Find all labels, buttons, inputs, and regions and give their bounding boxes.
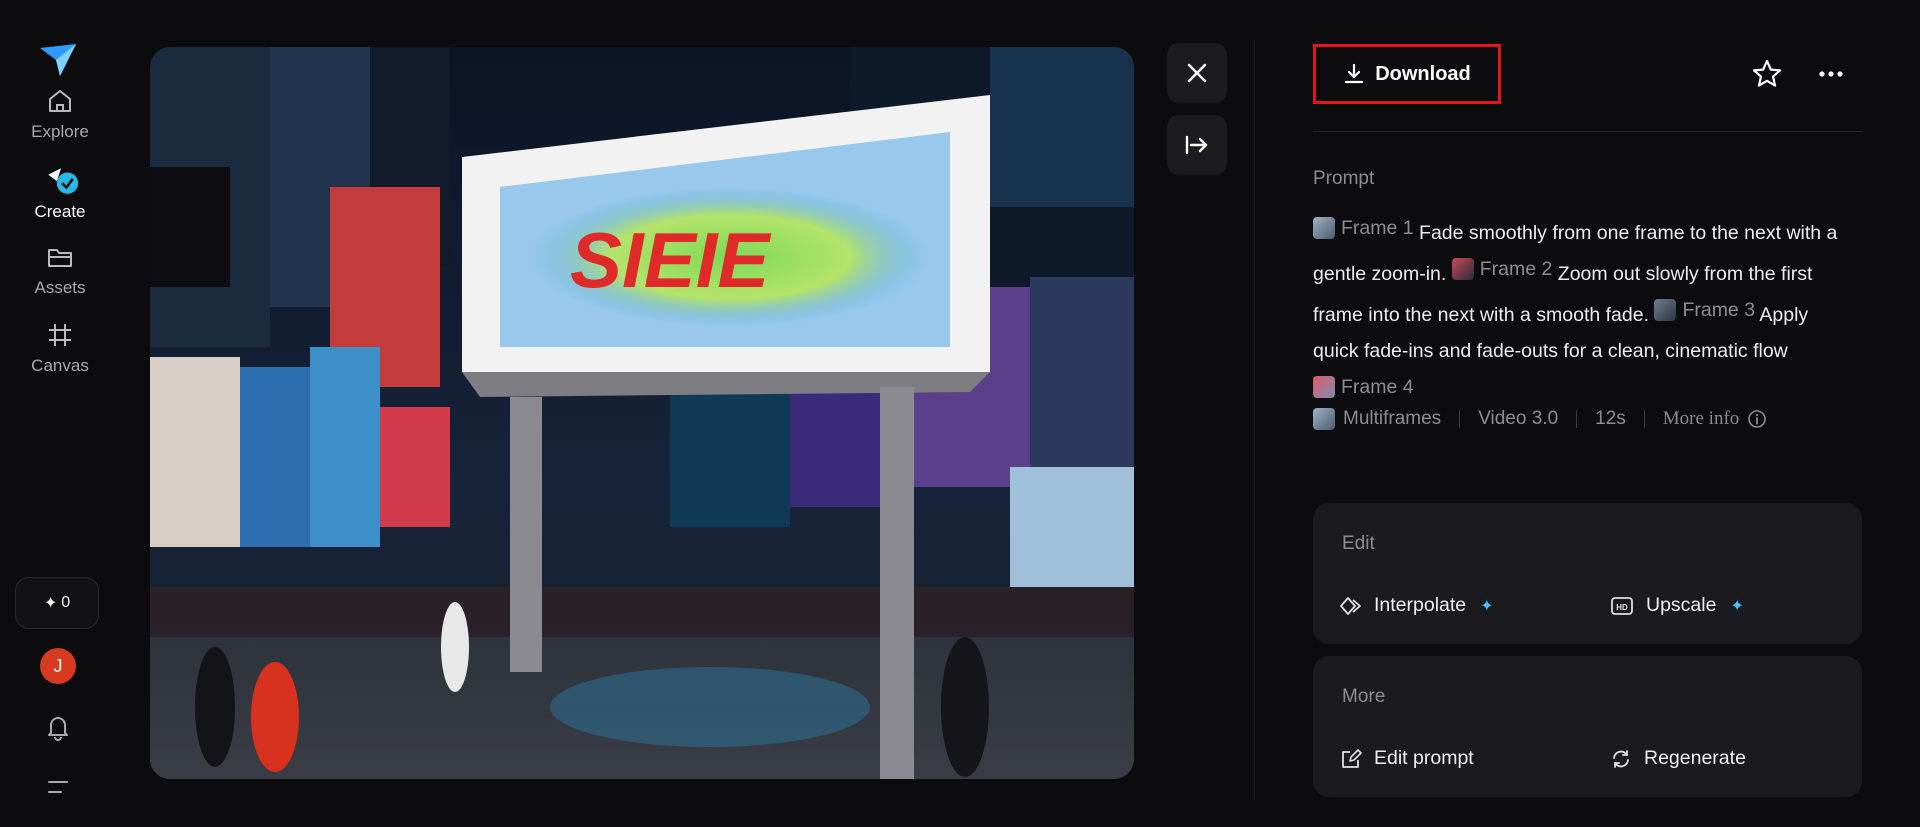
edit-icon <box>1342 748 1362 768</box>
svg-text:HD: HD <box>1616 603 1628 612</box>
sidebar-item-assets[interactable]: Assets <box>0 242 120 298</box>
sidebar-item-label: Canvas <box>31 356 89 375</box>
generation-meta: Multiframes Video 3.0 12s More info <box>1313 404 1767 434</box>
frame-thumbnail <box>1654 299 1677 321</box>
regenerate-button[interactable]: Regenerate <box>1610 747 1746 770</box>
edit-prompt-button[interactable]: Edit prompt <box>1340 747 1474 770</box>
generated-video-preview[interactable]: SIEIE <box>150 47 1134 779</box>
more-info-link[interactable]: More info <box>1663 408 1768 430</box>
frame-thumbnail <box>1451 258 1474 280</box>
video-frame-image: SIEIE <box>150 47 1134 779</box>
sparkle-icon: ✦ <box>1730 597 1744 615</box>
frame-reference-3[interactable]: Frame 3 <box>1654 292 1755 328</box>
sidebar-item-canvas[interactable]: Canvas <box>0 320 120 376</box>
interpolate-button[interactable]: Interpolate ✦ <box>1340 594 1494 617</box>
frame-reference-2[interactable]: Frame 2 <box>1451 251 1552 287</box>
download-button[interactable]: Download <box>1313 44 1501 104</box>
edit-heading: Edit <box>1342 533 1375 554</box>
sidebar-item-label: Explore <box>31 122 89 141</box>
sidebar: Explore Create Assets Canvas ✦ 0 J <box>0 0 120 827</box>
folder-icon <box>48 249 72 267</box>
sparkle-icon: ✦ <box>1480 597 1494 615</box>
frame-icon <box>49 324 71 346</box>
mode-label: Multiframes <box>1313 408 1441 430</box>
frame-reference-1[interactable]: Frame 1 <box>1313 210 1414 246</box>
star-icon[interactable] <box>1749 56 1785 92</box>
prompt-text: Frame 1 Fade smoothly from one frame to … <box>1313 210 1858 410</box>
download-icon <box>1345 63 1364 84</box>
home-icon <box>49 90 71 112</box>
close-icon <box>1187 63 1207 83</box>
bell-icon[interactable] <box>43 712 73 742</box>
menu-icon[interactable] <box>43 772 73 802</box>
credits-badge[interactable]: ✦ 0 <box>15 577 99 629</box>
collapse-panel-button[interactable] <box>1167 115 1227 175</box>
prompt-heading: Prompt <box>1313 168 1375 189</box>
interpolate-icon <box>1340 596 1361 615</box>
sidebar-item-create[interactable]: Create <box>0 164 120 222</box>
hd-icon: HD <box>1611 596 1633 615</box>
more-options-icon[interactable] <box>1813 56 1849 92</box>
meta-separator <box>1576 410 1578 428</box>
refresh-icon <box>1613 749 1629 768</box>
sidebar-item-explore[interactable]: Explore <box>0 86 120 142</box>
meta-separator <box>1643 410 1645 428</box>
more-card: More Edit prompt Regenerate <box>1313 656 1862 797</box>
app-logo-icon[interactable] <box>38 40 78 78</box>
upscale-button[interactable]: HD Upscale ✦ <box>1610 594 1744 617</box>
info-icon <box>1748 410 1767 428</box>
multiframes-thumbnail <box>1313 408 1335 430</box>
arrow-to-right-icon <box>1185 135 1208 155</box>
close-button[interactable] <box>1167 43 1227 103</box>
model-label: Video 3.0 <box>1478 408 1559 429</box>
sidebar-item-label: Assets <box>34 278 86 297</box>
meta-separator <box>1459 410 1461 428</box>
avatar[interactable]: J <box>40 648 76 684</box>
duration-label: 12s <box>1595 408 1626 429</box>
download-label: Download <box>1375 62 1471 85</box>
credits-count: 0 <box>61 594 71 611</box>
frame-reference-4[interactable]: Frame 4 <box>1313 369 1414 405</box>
panel-divider <box>1254 40 1255 800</box>
edit-card: Edit Interpolate ✦ HD Upscale ✦ <box>1313 503 1862 644</box>
sidebar-item-label: Create <box>34 202 86 221</box>
svg-text:SIEIE: SIEIE <box>570 216 771 304</box>
create-icon <box>48 168 79 194</box>
details-panel: Download Prompt Frame 1 Fade smoothly fr… <box>1313 0 1863 827</box>
more-heading: More <box>1342 686 1386 707</box>
frame-thumbnail <box>1313 376 1335 398</box>
header-divider <box>1313 131 1862 132</box>
frame-thumbnail <box>1313 217 1335 239</box>
sparkle-icon: ✦ <box>43 595 58 612</box>
